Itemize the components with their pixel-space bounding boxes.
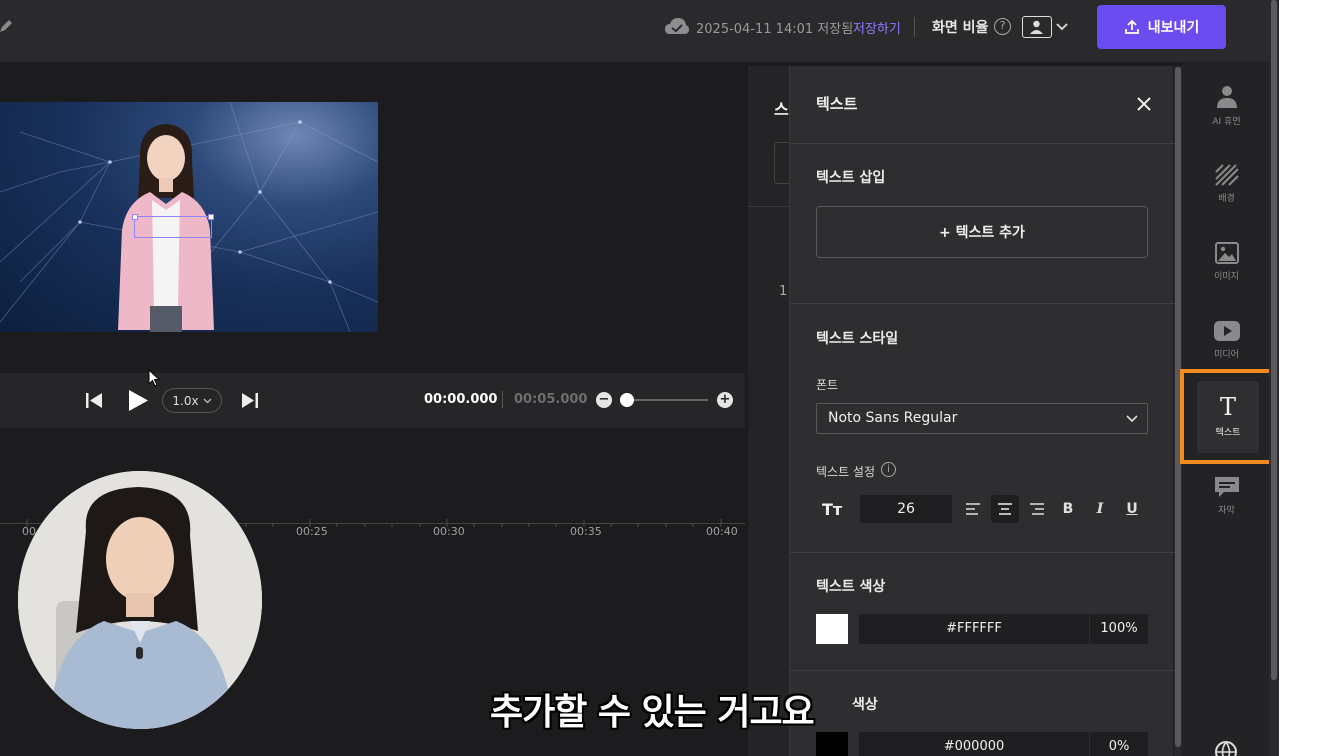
subtitle-icon [1214,477,1239,497]
mouse-cursor-icon [148,369,160,387]
timeline-label: 00:25 [296,525,328,538]
text-selection-box[interactable] [132,214,214,238]
rail-item-label: 텍스트 [1215,428,1241,438]
font-select[interactable]: Noto Sans Regular [816,403,1148,434]
player-controls: 1.0x 00:00.000 00:05.000 − + [0,373,745,428]
font-size-icon: Tт [822,500,843,519]
webcam-overlay [18,471,262,729]
rail-item-label: 이미지 [1214,272,1239,282]
help-icon[interactable]: ? [994,18,1011,35]
info-icon[interactable]: i [881,462,896,477]
bg-color-hex-input[interactable]: #000000 [859,732,1089,756]
zoom-out-button[interactable]: − [596,392,612,408]
rail-item-background[interactable]: 배경 [1182,151,1271,217]
bg-color-section-title: 색상 [852,697,878,713]
chevron-down-icon [1126,415,1138,423]
timeline-label: 00:30 [433,525,465,538]
speed-value: 1.0x [172,393,199,408]
divider [790,303,1174,304]
align-center-button[interactable] [991,495,1019,523]
divider [790,143,1174,144]
rail-item-media[interactable]: 미디어 [1182,307,1271,373]
rail-item-image[interactable]: 이미지 [1182,229,1271,295]
rail-item-label: 자막 [1218,506,1235,516]
window-scrollbar-thumb[interactable] [1271,0,1277,680]
video-preview[interactable] [0,102,378,332]
font-label: 폰트 [816,378,839,392]
bg-color-swatch[interactable] [816,732,848,756]
text-color-hex-input[interactable]: #FFFFFF [859,614,1089,644]
style-section-title: 텍스트 스타일 [816,331,899,347]
save-now-link[interactable]: 저장하기 [853,18,901,37]
skip-back-icon[interactable] [85,392,103,409]
add-text-button[interactable]: + 텍스트 추가 [816,206,1148,258]
rail-item-label: AI 휴먼 [1212,117,1241,127]
video-subtitle: 추가할 수 있는 거고요 [490,692,815,733]
zoom-in-button[interactable]: + [717,392,733,408]
current-time: 00:00.000 [424,392,498,407]
background-icon [1214,164,1239,186]
scene-panel-heading: 스 [774,100,789,119]
text-color-swatch[interactable] [816,614,848,644]
close-icon[interactable] [1134,94,1154,114]
media-icon [1213,321,1240,341]
text-icon: T [1219,393,1236,421]
playback-speed-select[interactable]: 1.0x [162,388,222,413]
divider [790,670,1174,671]
scene-search-field[interactable] [774,142,789,184]
divider [790,552,1174,553]
bg-opacity-input[interactable]: 0% [1090,732,1148,756]
text-settings-panel: 텍스트 텍스트 삽입 + 텍스트 추가 텍스트 스타일 폰트 Noto Sans… [789,66,1174,756]
divider [502,391,503,408]
rail-item-label: 미디어 [1214,350,1239,360]
export-button[interactable]: 내보내기 [1097,5,1226,49]
timeline-label: 00:35 [570,525,602,538]
zoom-slider-knob[interactable] [620,393,634,407]
font-value: Noto Sans Regular [828,410,958,426]
timeline-label: 00:40 [706,525,738,538]
save-status-text: 2025-04-11 14:01 저장됨 [696,22,854,37]
image-icon [1214,242,1239,264]
bold-button[interactable]: B [1054,495,1082,523]
divider [748,206,789,207]
cloud-saved-icon [664,16,690,38]
webcam-person [18,471,262,729]
play-icon[interactable] [127,389,149,412]
underline-button[interactable]: U [1118,495,1146,523]
upload-icon [1124,19,1139,34]
chevron-down-icon[interactable] [1055,16,1069,36]
total-time: 00:05.000 [514,392,588,407]
person-icon [1216,86,1237,108]
rail-item-ai-human[interactable]: AI 휴먼 [1182,73,1271,139]
align-left-button[interactable] [959,495,987,523]
insert-section-title: 텍스트 삽입 [816,170,886,186]
skip-forward-icon[interactable] [241,392,259,409]
rail-item-text[interactable]: T 텍스트 [1180,369,1276,464]
text-settings-label: 텍스트 설정 [816,465,876,479]
align-right-icon [1030,503,1044,515]
align-center-icon [998,503,1012,515]
rail-item-label: 배경 [1218,194,1235,204]
italic-button[interactable]: I [1086,495,1114,523]
aspect-ratio-portrait-icon[interactable] [1022,16,1052,38]
chevron-down-icon [203,398,212,403]
text-color-section-title: 텍스트 색상 [816,579,886,595]
rail-item-text-inner: T 텍스트 [1197,380,1259,453]
aspect-ratio-label: 화면 비율 [932,20,989,36]
top-bar: 2025-04-11 14:01 저장됨 저장하기 화면 비율 ? 내보내기 [0,0,1279,62]
text-opacity-input[interactable]: 100% [1090,614,1148,644]
rail-item-subtitle[interactable]: 자막 [1182,463,1271,529]
edit-pencil-icon[interactable] [0,18,14,34]
scene-number: 1 [779,284,788,299]
align-right-button[interactable] [1023,495,1051,523]
panel-title: 텍스트 [816,95,858,113]
export-label: 내보내기 [1147,20,1200,36]
divider [914,17,915,37]
globe-icon[interactable] [1214,740,1238,756]
font-size-input[interactable]: 26 [860,495,952,523]
align-left-icon [966,503,980,515]
